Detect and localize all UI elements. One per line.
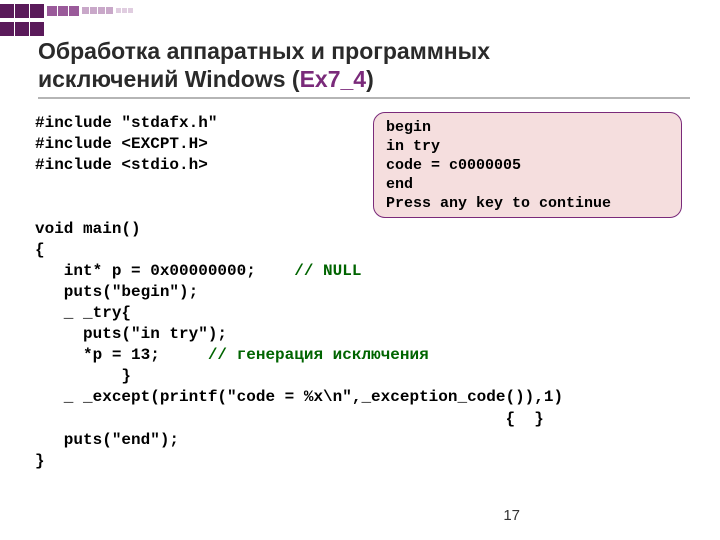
program-output-box: begin in try code = c0000005 end Press a… [373, 112, 682, 218]
code-comment: // NULL [294, 262, 361, 280]
code-line: #include <EXCPT.H> [35, 135, 208, 153]
code-line: int* p = 0x00000000; [35, 262, 294, 280]
page-number: 17 [503, 507, 520, 524]
decorative-squares [0, 4, 133, 18]
title-line2a: исключений Windows ( [38, 66, 300, 92]
title-line2b: ) [366, 66, 374, 92]
code-line: puts("in try"); [35, 325, 227, 343]
title-accent: Ex7_4 [300, 66, 367, 92]
decorative-squares-row2 [0, 22, 44, 36]
code-line: } [35, 452, 45, 470]
code-comment: // генерация исключения [208, 346, 429, 364]
code-line: *p = 13; [35, 346, 208, 364]
code-line: #include "stdafx.h" [35, 114, 217, 132]
program-output-text: begin in try code = c0000005 end Press a… [386, 119, 611, 212]
code-line: puts("end"); [35, 431, 179, 449]
code-line: #include <stdio.h> [35, 156, 208, 174]
code-line: } [35, 367, 131, 385]
code-line: _ _try{ [35, 304, 131, 322]
code-line: { } [35, 410, 544, 428]
code-line: { [35, 241, 45, 259]
slide-title: Обработка аппаратных и программных исклю… [38, 38, 690, 93]
code-line: void main() [35, 220, 141, 238]
slide-title-block: Обработка аппаратных и программных исклю… [38, 38, 690, 99]
title-line1: Обработка аппаратных и программных [38, 38, 490, 64]
code-line: puts("begin"); [35, 283, 198, 301]
code-line: _ _except(printf("code = %x\n",_exceptio… [35, 388, 563, 406]
